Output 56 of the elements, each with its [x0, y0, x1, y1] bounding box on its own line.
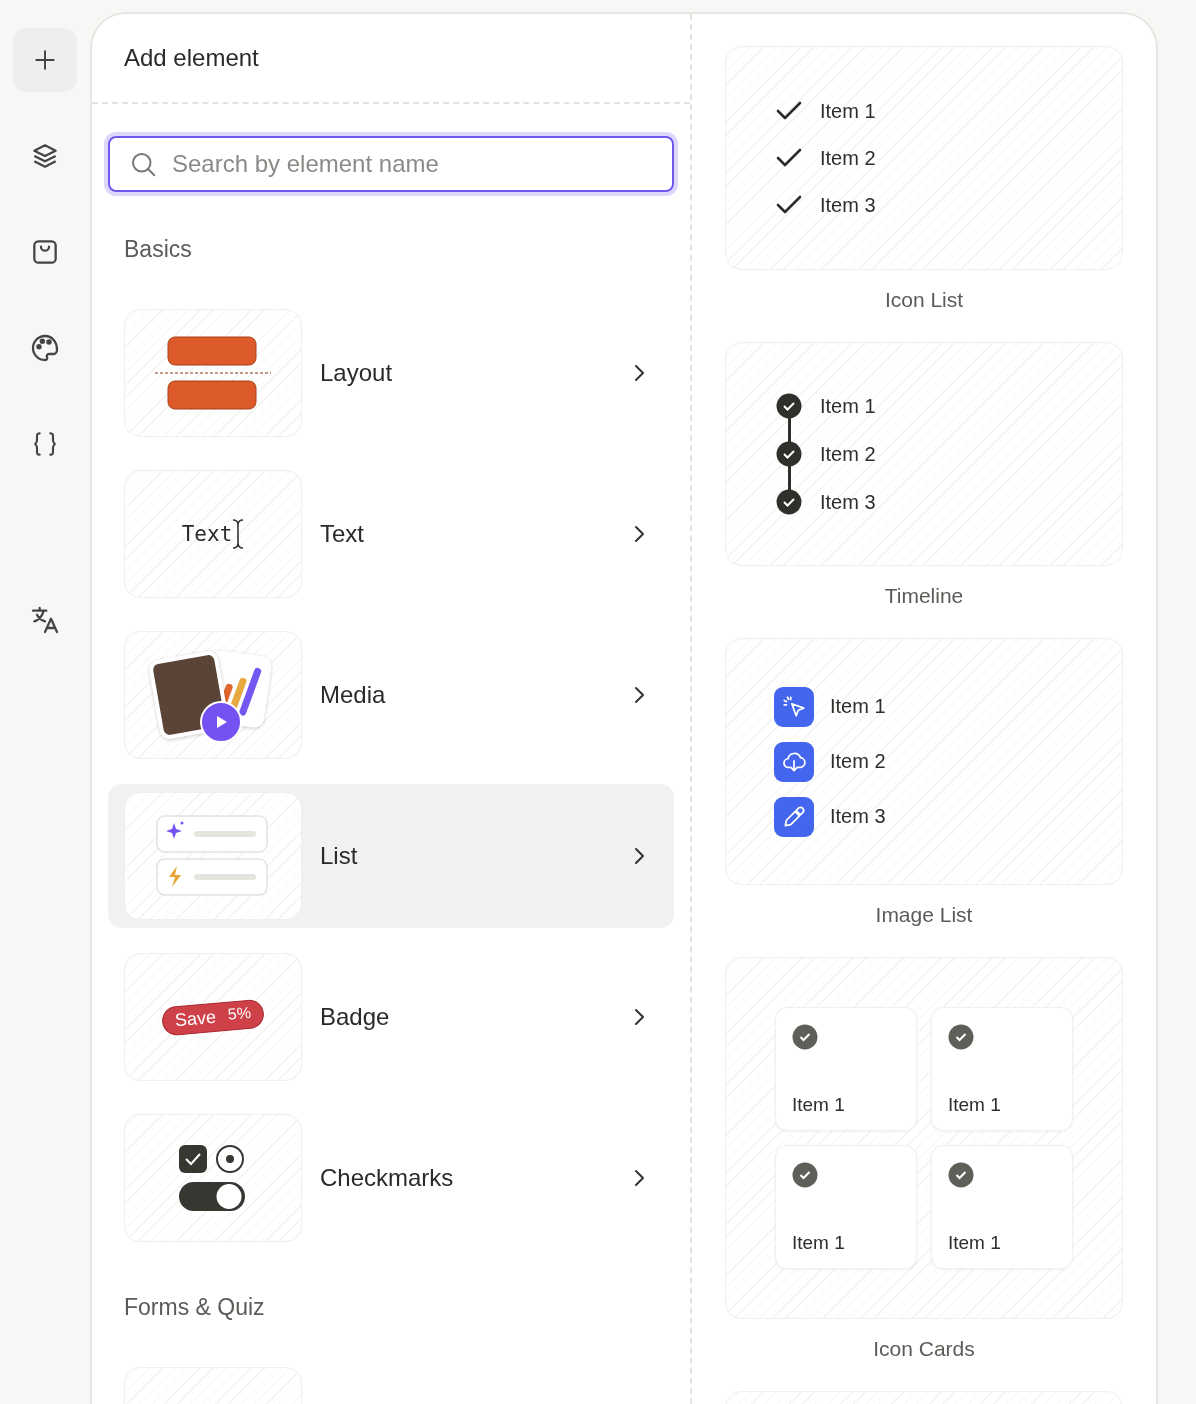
preview-caption: Icon Cards	[873, 1337, 975, 1361]
search-field[interactable]: Search by element name	[170, 149, 654, 179]
check-circle-icon	[792, 1162, 818, 1188]
check-icon	[776, 148, 802, 168]
item-label: Item 1	[948, 1094, 1001, 1116]
cursor-click-icon	[774, 686, 814, 727]
item-label: Item 2	[820, 442, 876, 466]
item-label: Item 3	[820, 193, 876, 217]
item-label: Item 3	[830, 805, 886, 828]
check-icon	[776, 101, 802, 121]
controls-drawing	[178, 1144, 248, 1212]
translate-icon	[29, 604, 61, 636]
item-label: Item 1	[820, 99, 876, 123]
sale-badge: Save 5%	[160, 998, 266, 1036]
check-circle-icon	[792, 1024, 818, 1050]
item-label: Item 1	[792, 1232, 845, 1254]
check-circle-icon	[776, 393, 802, 419]
item-label: Item 3	[820, 490, 876, 514]
chevron-right-icon	[632, 846, 646, 866]
preview-caption: Icon List	[884, 288, 964, 312]
item-label: Item 1	[820, 394, 876, 418]
preview-caption: Image List	[875, 903, 973, 927]
item-label: Item 2	[830, 750, 886, 773]
element-list-item[interactable]: Text Text	[108, 462, 674, 606]
item-label: Item 1	[948, 1232, 1001, 1254]
preview-caption: Timeline	[884, 584, 964, 608]
element-list-item[interactable]: List	[108, 784, 674, 928]
chevron-right-icon	[632, 1007, 646, 1027]
chevron-right-icon	[632, 524, 646, 544]
check-circle-icon	[948, 1024, 974, 1050]
check-icon	[776, 195, 802, 215]
element-list-item[interactable]: Layout	[108, 301, 674, 445]
pipette-icon	[774, 796, 814, 837]
check-circle-icon	[776, 441, 802, 467]
item-label: Item 1	[830, 695, 886, 718]
preview-card[interactable]: Item 1 Item 2 Item 3	[725, 638, 1123, 885]
element-list-item[interactable]: Media	[108, 623, 674, 767]
section-heading: Basics	[124, 236, 193, 263]
item-label: Item 1	[792, 1094, 845, 1116]
item-label: Item 2	[820, 146, 876, 170]
chevron-right-icon	[632, 1168, 646, 1188]
palette-icon	[29, 332, 61, 364]
cloud-download-icon	[774, 741, 814, 782]
text-sample: Text	[181, 522, 233, 546]
chevron-right-icon	[632, 685, 646, 705]
section-heading: Forms & Quiz	[124, 1294, 266, 1321]
text-cursor-icon	[232, 519, 245, 549]
preview-card[interactable]: Item 1 Item 2 Item 3	[725, 46, 1123, 270]
element-list-item[interactable]: Checkmarks	[108, 1106, 674, 1250]
preview-card[interactable]: Item 1 Item 2 Item 3	[725, 342, 1123, 566]
panel-title: Add element	[124, 44, 259, 72]
check-circle-icon	[948, 1162, 974, 1188]
chevron-right-icon	[632, 363, 646, 383]
check-circle-icon	[776, 489, 802, 515]
preview-card[interactable]: Item 1 Item 1 Item 1 Item 1	[725, 957, 1123, 1319]
element-list-item[interactable]: Save 5% Badge	[108, 945, 674, 1089]
